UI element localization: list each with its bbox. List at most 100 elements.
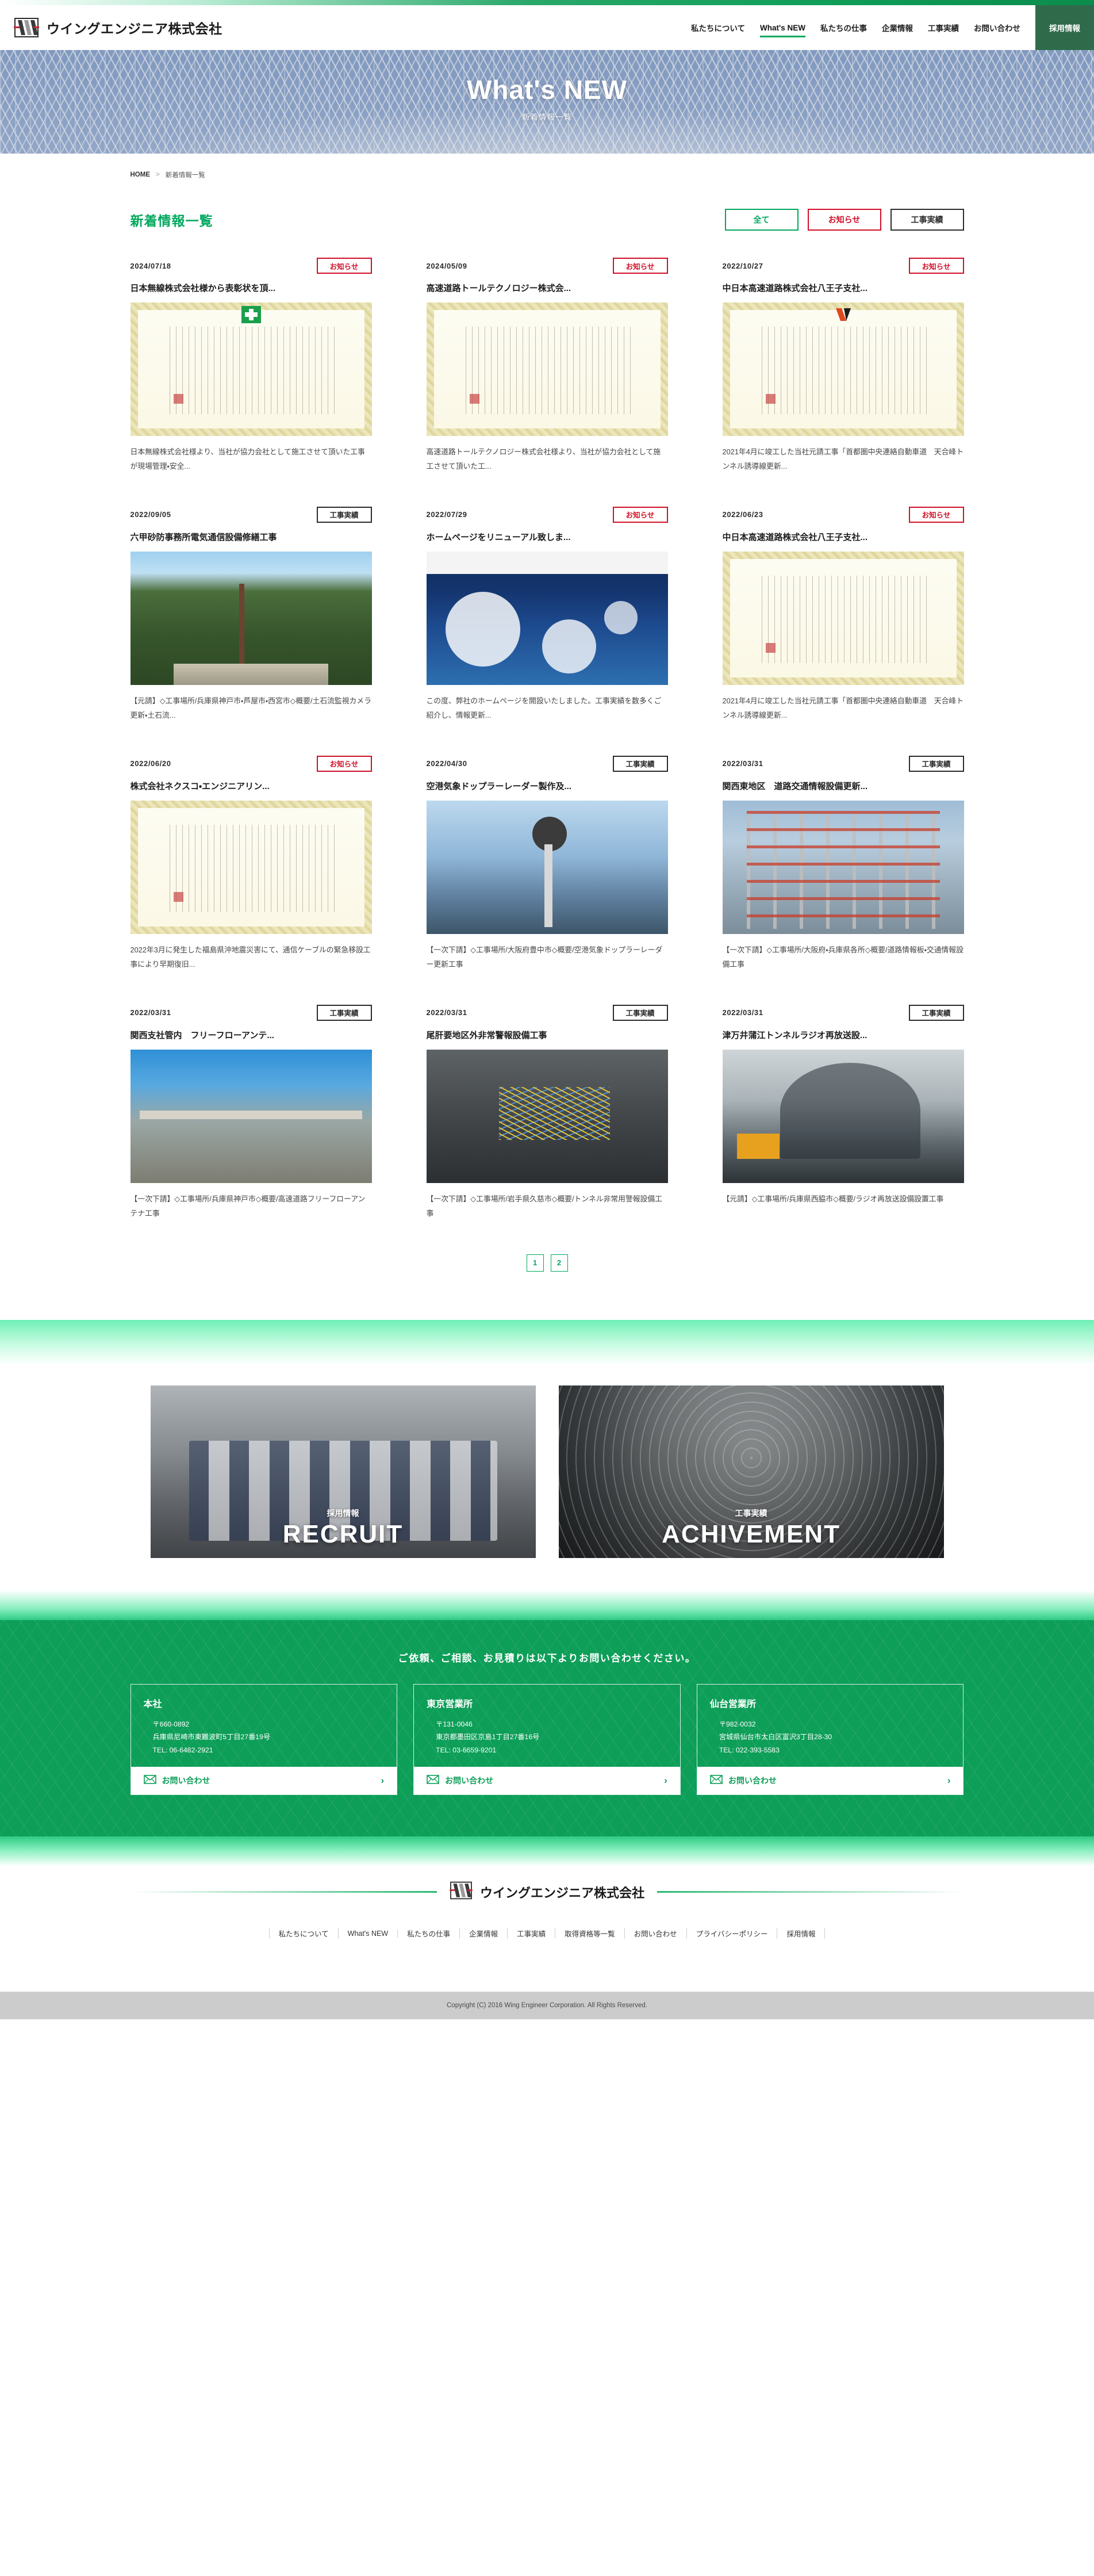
- news-tag: 工事実績: [612, 755, 668, 772]
- achievement-banner-kicker: 工事実績: [735, 1508, 767, 1518]
- page-button-1[interactable]: 1: [526, 1254, 544, 1272]
- footer-divider-left: [130, 1891, 437, 1893]
- promo-banners: 採用情報 RECRUIT 工事実績 ACHIVEMENT: [150, 1385, 944, 1558]
- recruit-button[interactable]: 採用情報: [1035, 5, 1094, 50]
- news-date: 2022/03/31: [722, 1008, 763, 1017]
- news-description: 2021年4月に竣工した当社元請工事「首都圏中央連絡自動車道 天合峰トンネル誘導…: [722, 696, 964, 719]
- breadcrumb-bar: HOME > 新着情報一覧: [0, 154, 1094, 196]
- chevron-right-icon: ›: [947, 1775, 951, 1786]
- news-card[interactable]: 2022/07/29 お知らせ ホームページをリニューアル致しま... この度、…: [426, 506, 668, 723]
- news-tag: お知らせ: [908, 258, 964, 274]
- news-description: 【一次下請】◇工事場所/大阪府豊中市◇概要/空港気象ドップラーレーダー更新工事: [426, 945, 663, 969]
- site-footer: ウイングエンジニア株式会社 私たちについて What's NEW 私たちの仕事 …: [0, 1866, 1094, 2020]
- office-card-tokyo: 東京営業所 〒131-0046 東京都墨田区京島1丁目27番16号 TEL: 0…: [413, 1683, 681, 1796]
- news-tag: お知らせ: [612, 506, 668, 523]
- news-tag: 工事実績: [612, 1004, 668, 1021]
- news-description: 日本無線株式会社様より、当社が協力会社として施工させて頂いた工事が現場管理・安全…: [130, 447, 365, 470]
- news-tag: お知らせ: [612, 258, 668, 274]
- promo-banners-section: 採用情報 RECRUIT 工事実績 ACHIVEMENT: [0, 1364, 1094, 1590]
- footer-link-whats-new[interactable]: What's NEW: [339, 1929, 398, 1938]
- news-tag: 工事実績: [908, 755, 964, 772]
- news-tag: お知らせ: [908, 506, 964, 523]
- nav-item-company-info[interactable]: 企業情報: [882, 5, 913, 50]
- footer-brand[interactable]: ウイングエンジニア株式会社: [450, 1880, 644, 1904]
- breadcrumb-home[interactable]: HOME: [130, 171, 151, 178]
- footer-link-company-info[interactable]: 企業情報: [460, 1928, 508, 1939]
- office-address: 宮城県仙台市太白区富沢3丁目28-30: [719, 1733, 832, 1741]
- news-description: 【元請】◇工事場所/兵庫県神戸市・芦屋市・西宮市◇概要/土石流監視カメラ更新・土…: [130, 696, 371, 719]
- filter-works-button[interactable]: 工事実績: [890, 209, 964, 231]
- news-thumbnail: [722, 1049, 964, 1183]
- footer-link-about[interactable]: 私たちについて: [268, 1928, 339, 1939]
- page-button-2[interactable]: 2: [550, 1254, 568, 1272]
- office-tel: TEL: 022-393-5583: [719, 1746, 780, 1754]
- nav-item-our-work[interactable]: 私たちの仕事: [820, 5, 867, 50]
- news-card[interactable]: 2022/06/23 お知らせ 中日本高速道路株式会社八王子支社... 2021…: [722, 506, 964, 723]
- news-card[interactable]: 2022/03/31 工事実績 関西支社管内 フリーフローアンテ... 【一次下…: [130, 1004, 372, 1221]
- news-card[interactable]: 2022/03/31 工事実績 津万井蒲江トンネルラジオ再放送設... 【元請】…: [722, 1004, 964, 1221]
- header-nav: 私たちについて What's NEW 私たちの仕事 企業情報 工事実績 お問い合…: [691, 5, 1094, 50]
- news-title: 高速道路トールテクノロジー株式会...: [426, 284, 571, 293]
- news-date: 2024/05/09: [426, 261, 467, 270]
- news-card[interactable]: 2024/07/18 お知らせ 日本無線株式会社様から表彰状を頂... 日本無線…: [130, 257, 372, 474]
- recruit-banner[interactable]: 採用情報 RECRUIT: [150, 1385, 536, 1558]
- office-address: 東京都墨田区京島1丁目27番16号: [436, 1733, 540, 1741]
- footer-link-contact[interactable]: お問い合わせ: [625, 1928, 687, 1939]
- news-card[interactable]: 2022/04/30 工事実績 空港気象ドップラーレーダー製作及... 【一次下…: [426, 755, 668, 972]
- news-card[interactable]: 2022/03/31 工事実績 尾肝要地区外非常警報設備工事 【一次下請】◇工事…: [426, 1004, 668, 1221]
- news-thumbnail: [426, 800, 668, 934]
- achievement-banner[interactable]: 工事実績 ACHIVEMENT: [558, 1385, 944, 1558]
- nexco-logo-icon: [834, 306, 853, 323]
- news-tag: 工事実績: [316, 506, 372, 523]
- footer-link-our-work[interactable]: 私たちの仕事: [398, 1928, 460, 1939]
- footer-link-qualifications[interactable]: 取得資格等一覧: [555, 1928, 625, 1939]
- brand[interactable]: ウイングエンジニア株式会社: [0, 16, 222, 39]
- footer-link-recruit[interactable]: 採用情報: [777, 1928, 826, 1939]
- news-card[interactable]: 2022/09/05 工事実績 六甲砂防事務所電気通信設備修繕工事 【元請】◇工…: [130, 506, 372, 723]
- red-seal-icon: [174, 394, 184, 404]
- achievement-banner-title: ACHIVEMENT: [662, 1519, 840, 1548]
- nav-item-whats-new[interactable]: What's NEW: [760, 5, 805, 50]
- footer-brand-row: ウイングエンジニア株式会社: [130, 1880, 964, 1904]
- nav-item-works[interactable]: 工事実績: [928, 5, 959, 50]
- news-card[interactable]: 2024/05/09 お知らせ 高速道路トールテクノロジー株式会... 高速道路…: [426, 257, 668, 474]
- contact-button[interactable]: お問い合わせ ›: [697, 1767, 964, 1795]
- top-accent-bar: [0, 0, 1094, 5]
- office-postal: 〒131-0046: [436, 1720, 473, 1728]
- office-card-sendai: 仙台営業所 〒982-0032 宮城県仙台市太白区富沢3丁目28-30 TEL:…: [696, 1683, 964, 1796]
- office-name: 東京営業所: [427, 1699, 473, 1709]
- green-cross-icon: [241, 306, 261, 323]
- contact-button[interactable]: お問い合わせ ›: [414, 1767, 680, 1795]
- news-card[interactable]: 2022/06/20 お知らせ 株式会社ネクスコ・エンジニアリン... 2022…: [130, 755, 372, 972]
- news-card[interactable]: 2022/03/31 工事実績 関西東地区 道路交通情報設備更新... 【一次下…: [722, 755, 964, 972]
- footer-link-works[interactable]: 工事実績: [508, 1928, 556, 1939]
- office-address: 兵庫県尼崎市東難波町5丁目27番19号: [152, 1733, 271, 1741]
- contact-button[interactable]: お問い合わせ ›: [130, 1767, 397, 1795]
- news-card[interactable]: 2022/10/27 お知らせ 中日本高速道路株式会社八王子支社... 2021…: [722, 257, 964, 474]
- footer-top-gradient: [0, 1836, 1094, 1867]
- news-thumbnail: [130, 551, 372, 685]
- news-title: 関西支社管内 フリーフローアンテ...: [130, 1030, 274, 1040]
- nav-item-about[interactable]: 私たちについて: [691, 5, 745, 50]
- news-description: 2021年4月に竣工した当社元請工事「首都圏中央連絡自動車道 天合峰トンネル誘導…: [722, 447, 964, 470]
- filter-all-button[interactable]: 全て: [724, 209, 799, 231]
- chevron-right-icon: ›: [664, 1775, 667, 1786]
- news-date: 2022/03/31: [722, 759, 763, 768]
- news-description: この度、弊社のホームページを開設いたしました。工事実績を数多くご紹介し、情報更新…: [426, 696, 662, 719]
- news-thumbnail: [426, 303, 668, 436]
- red-seal-icon: [766, 643, 776, 653]
- news-date: 2022/09/05: [130, 510, 171, 519]
- news-title: 津万井蒲江トンネルラジオ再放送設...: [722, 1030, 867, 1040]
- news-tag: お知らせ: [316, 258, 372, 274]
- news-title: 日本無線株式会社様から表彰状を頂...: [130, 284, 276, 293]
- footer-link-privacy-policy[interactable]: プライバシーポリシー: [687, 1928, 778, 1939]
- filter-news-button[interactable]: お知らせ: [807, 209, 881, 231]
- footer-brand-name: ウイングエンジニア株式会社: [480, 1885, 645, 1900]
- recruit-banner-kicker: 採用情報: [327, 1508, 359, 1518]
- nav-item-contact[interactable]: お問い合わせ: [974, 5, 1020, 50]
- news-thumbnail: [130, 303, 372, 436]
- news-title: 中日本高速道路株式会社八王子支社...: [722, 532, 868, 542]
- red-seal-icon: [470, 394, 480, 404]
- news-description: 【一次下請】◇工事場所/大阪府・兵庫県各所◇概要/道路情報板・交通情報設備工事: [722, 945, 964, 969]
- hero-banner: What's NEW 新着情報一覧: [0, 50, 1094, 154]
